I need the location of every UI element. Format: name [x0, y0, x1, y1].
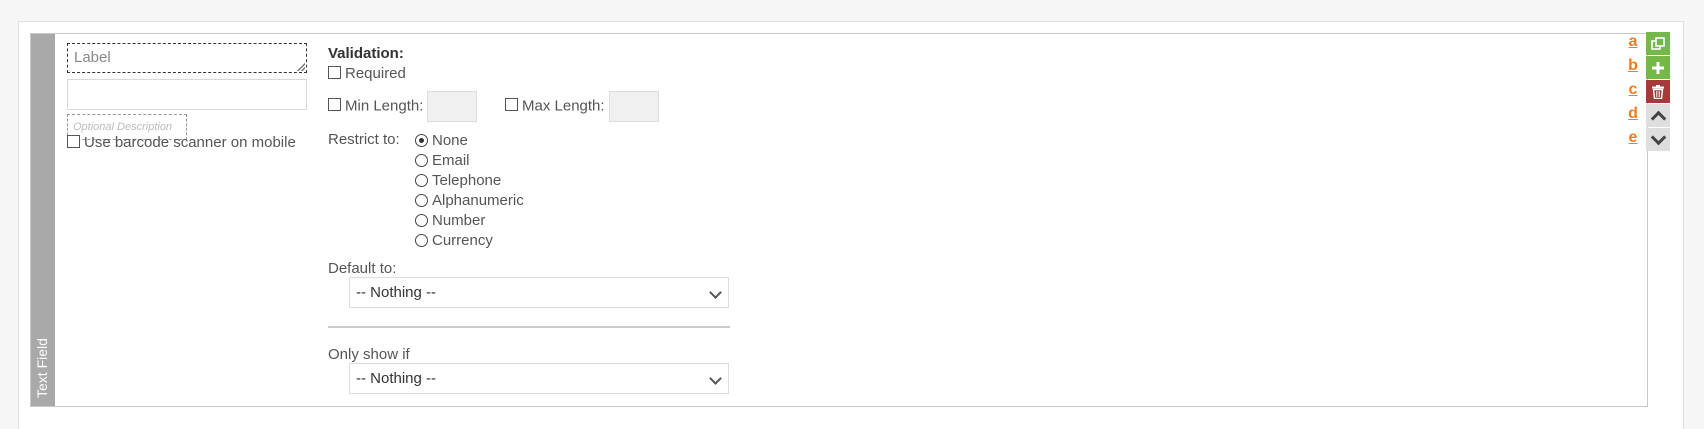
- radio[interactable]: [415, 173, 428, 187]
- min-length-option[interactable]: Min Length:: [328, 91, 478, 122]
- field-preview-input[interactable]: [67, 79, 307, 110]
- required-checkbox[interactable]: [328, 66, 341, 79]
- required-option[interactable]: Required: [328, 65, 406, 82]
- shortcut-d: d: [1628, 105, 1638, 122]
- max-length-checkbox[interactable]: [505, 98, 518, 112]
- copy-icon: [1651, 36, 1665, 50]
- radio[interactable]: [415, 233, 428, 247]
- radio[interactable]: [415, 153, 428, 167]
- shortcut-e: e: [1628, 129, 1638, 146]
- only-show-if-select[interactable]: -- Nothing --: [349, 363, 729, 394]
- restrict-option-alphanumeric[interactable]: Alphanumeric: [415, 190, 524, 210]
- radio[interactable]: [415, 213, 428, 227]
- max-length-option[interactable]: Max Length:: [505, 91, 659, 122]
- chevron-down-icon: [1650, 129, 1666, 145]
- shortcut-a: a: [1628, 33, 1638, 50]
- text-field-card: Text Field Label Optional Description Us…: [30, 32, 1670, 407]
- radio-selected[interactable]: [415, 133, 428, 147]
- min-length-checkbox[interactable]: [328, 98, 341, 112]
- chevron-up-icon: [1650, 110, 1666, 126]
- restrict-option-currency[interactable]: Currency: [415, 230, 524, 250]
- label-input[interactable]: Label: [67, 43, 307, 73]
- duplicate-button[interactable]: [1646, 32, 1670, 55]
- restrict-option-none[interactable]: None: [415, 130, 524, 150]
- barcode-option[interactable]: Use barcode scanner on mobile: [67, 134, 296, 151]
- delete-button[interactable]: [1646, 80, 1670, 103]
- only-show-if-label: Only show if: [328, 346, 410, 363]
- restrict-option-number[interactable]: Number: [415, 210, 524, 230]
- barcode-checkbox[interactable]: [67, 135, 80, 148]
- chevron-down-icon: [709, 286, 722, 299]
- validation-title: Validation:: [328, 45, 404, 62]
- field-type-strip: Text Field: [31, 34, 55, 406]
- shortcut-c: c: [1628, 81, 1638, 98]
- divider: [328, 326, 730, 328]
- restrict-option-email[interactable]: Email: [415, 150, 524, 170]
- resize-handle-icon[interactable]: [297, 63, 305, 71]
- add-field-button[interactable]: [1646, 56, 1670, 79]
- restrict-option-telephone[interactable]: Telephone: [415, 170, 524, 190]
- move-up-button[interactable]: [1646, 104, 1670, 127]
- trash-icon: [1652, 84, 1664, 99]
- radio[interactable]: [415, 193, 428, 207]
- default-to-select[interactable]: -- Nothing --: [349, 277, 729, 308]
- chevron-down-icon: [709, 372, 722, 385]
- restrict-options: None Email Telephone Alphanumeric Number…: [415, 130, 524, 250]
- plus-icon: [1652, 61, 1664, 74]
- default-to-label: Default to:: [328, 260, 397, 277]
- restrict-label: Restrict to:: [328, 131, 400, 148]
- min-length-input[interactable]: [427, 91, 478, 122]
- move-down-button[interactable]: [1646, 128, 1670, 151]
- max-length-input[interactable]: [608, 91, 659, 122]
- field-type-label: Text Field: [34, 338, 50, 398]
- shortcut-b: b: [1628, 57, 1638, 74]
